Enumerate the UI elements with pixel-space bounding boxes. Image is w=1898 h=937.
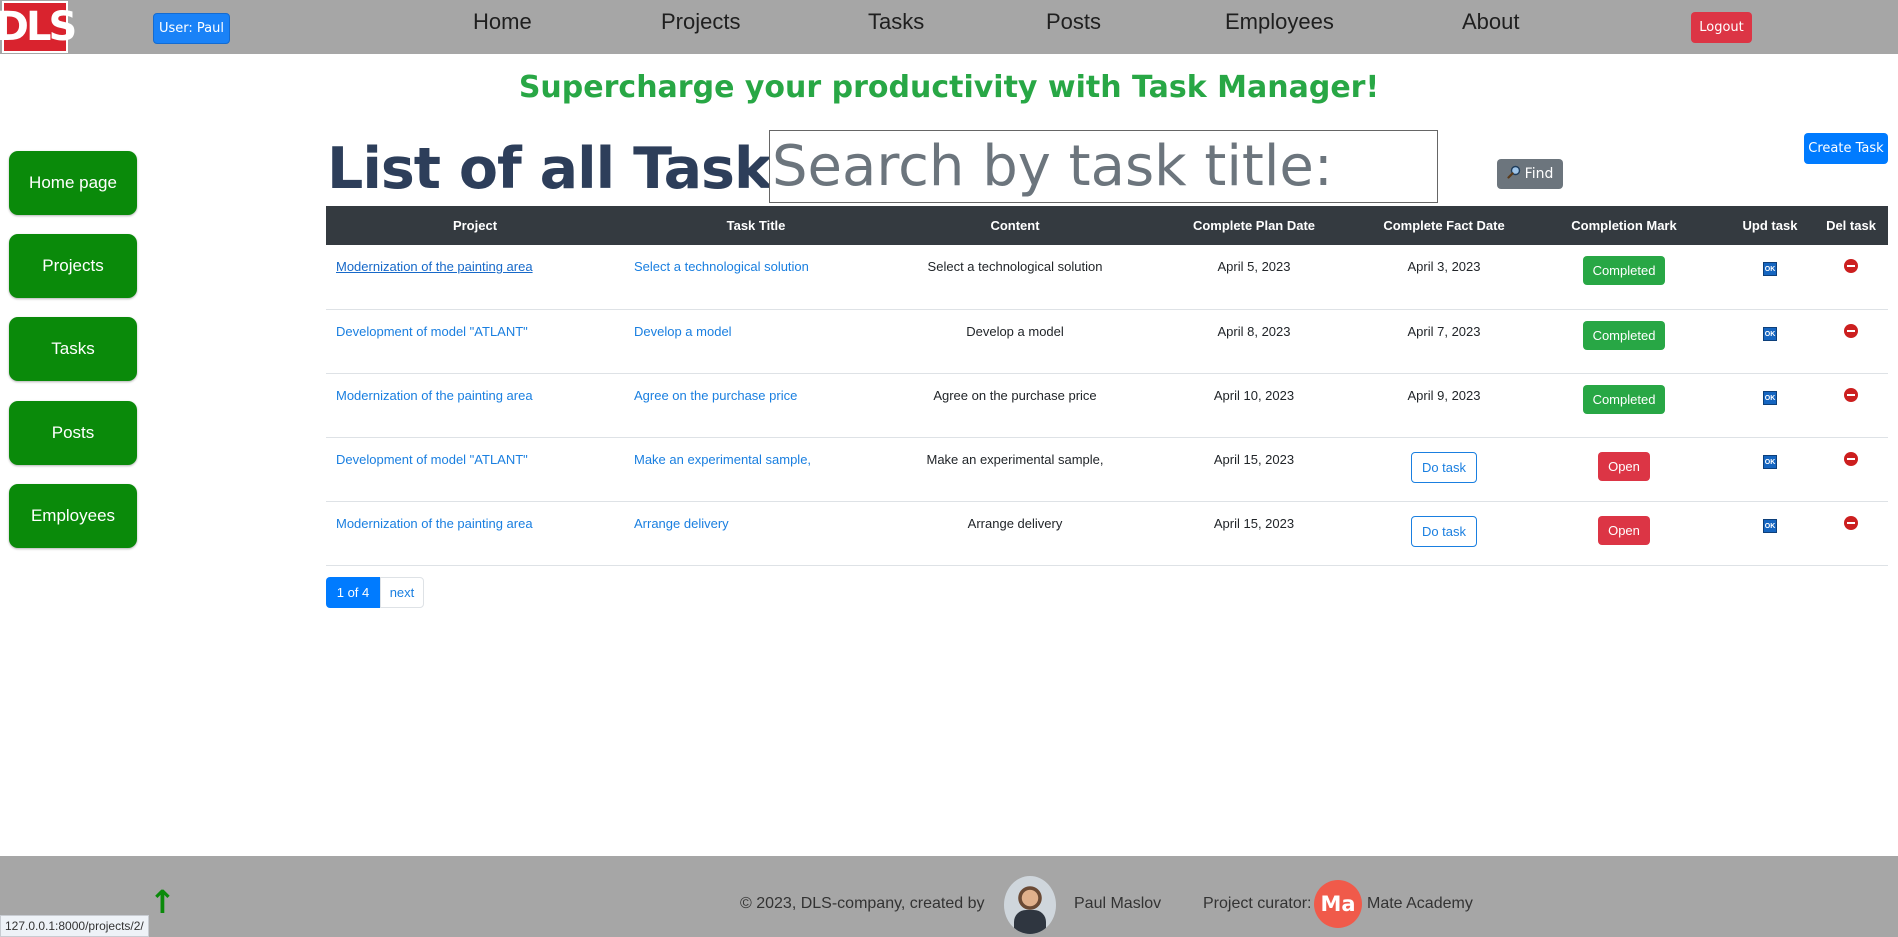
status-badge: Open (1598, 515, 1650, 545)
col-content: Content (888, 206, 1142, 245)
col-plan-date: Complete Plan Date (1142, 206, 1366, 245)
page-title: List of all Tasks. (327, 136, 825, 202)
sidebar-item-posts[interactable]: Posts (9, 401, 137, 465)
table-row: Development of model "ATLANT" Develop a … (326, 309, 1888, 374)
delete-icon[interactable] (1844, 259, 1858, 273)
table-row: Modernization of the painting area Agree… (326, 373, 1888, 438)
project-link[interactable]: Modernization of the painting area (336, 388, 533, 403)
ok-icon[interactable]: OK (1763, 262, 1777, 276)
task-title-link[interactable]: Make an experimental sample, (634, 452, 811, 467)
delete-icon[interactable] (1844, 451, 1858, 466)
nav-about[interactable]: About (1462, 9, 1520, 35)
task-title-link[interactable]: Select a technological solution (634, 259, 809, 274)
project-link[interactable]: Modernization of the painting area (336, 516, 533, 531)
tasks-table: Project Task Title Content Complete Plan… (326, 206, 1888, 566)
ok-icon[interactable]: OK (1763, 326, 1777, 341)
pagination: 1 of 4 next (326, 577, 424, 608)
task-title-link[interactable]: Develop a model (634, 324, 732, 339)
plan-date: April 8, 2023 (1142, 309, 1366, 374)
scroll-up-arrow-icon[interactable]: ↑ (149, 886, 176, 918)
status-badge: Completed (1582, 384, 1666, 414)
user-button[interactable]: User: Paul (153, 13, 230, 44)
nav-home[interactable]: Home (473, 9, 532, 35)
ok-icon[interactable]: OK (1763, 518, 1777, 533)
author-avatar (1004, 876, 1056, 934)
do-task-button[interactable]: Do task (1410, 515, 1478, 547)
col-task-title: Task Title (624, 206, 888, 245)
status-badge: Completed (1582, 320, 1666, 350)
logout-button[interactable]: Logout (1691, 12, 1752, 43)
table-row: Modernization of the painting area Selec… (326, 245, 1888, 310)
col-fact-date: Complete Fact Date (1366, 206, 1522, 245)
tagline: Supercharge your productivity with Task … (518, 70, 1380, 105)
sidebar-item-employees[interactable]: Employees (9, 484, 137, 548)
fact-date: April 7, 2023 (1366, 309, 1522, 374)
plan-date: April 15, 2023 (1142, 501, 1366, 566)
task-content: Make an experimental sample, (888, 437, 1142, 502)
curator-label: Project curator: (1203, 895, 1312, 912)
task-content: Develop a model (888, 309, 1142, 374)
project-link[interactable]: Development of model "ATLANT" (336, 452, 528, 467)
nav-tasks[interactable]: Tasks (868, 9, 924, 35)
pagination-current[interactable]: 1 of 4 (326, 577, 380, 608)
nav-projects[interactable]: Projects (661, 9, 740, 35)
footer: ↑ © 2023, DLS-company, created by Paul M… (0, 856, 1898, 937)
task-content: Agree on the purchase price (888, 373, 1142, 438)
ok-icon[interactable]: OK (1763, 454, 1777, 469)
dls-logo[interactable]: DLS (0, 1, 77, 53)
col-del-task: Del task (1814, 206, 1888, 245)
mate-academy-logo[interactable]: Ma (1314, 880, 1362, 928)
status-badge: Open (1598, 451, 1650, 481)
task-title-link[interactable]: Arrange delivery (634, 516, 729, 531)
find-label: Find (1524, 166, 1554, 182)
col-upd-task: Upd task (1726, 206, 1814, 245)
copyright-text: © 2023, DLS-company, created by (740, 895, 985, 912)
task-title-link[interactable]: Agree on the purchase price (634, 388, 797, 403)
project-link[interactable]: Development of model "ATLANT" (336, 324, 528, 339)
sidebar-item-tasks[interactable]: Tasks (9, 317, 137, 381)
logo-text: DLS (0, 4, 77, 50)
search-input[interactable] (769, 130, 1438, 203)
magnifier-icon (1507, 165, 1521, 183)
col-project: Project (326, 206, 624, 245)
delete-icon[interactable] (1844, 323, 1858, 338)
table-header-row: Project Task Title Content Complete Plan… (326, 206, 1888, 245)
do-task-button[interactable]: Do task (1410, 451, 1478, 483)
author-name: Paul Maslov (1074, 895, 1162, 912)
fact-date: April 3, 2023 (1366, 245, 1522, 310)
curator-name[interactable]: Mate Academy (1367, 895, 1473, 913)
project-link[interactable]: Modernization of the painting area (336, 259, 533, 274)
task-content: Select a technological solution (888, 245, 1142, 310)
fact-date: April 9, 2023 (1366, 373, 1522, 438)
status-bar-url: 127.0.0.1:8000/projects/2/ (0, 915, 149, 937)
col-completion-mark: Completion Mark (1522, 206, 1726, 245)
sidebar-item-home-page[interactable]: Home page (9, 151, 137, 215)
delete-icon[interactable] (1844, 515, 1858, 530)
delete-icon[interactable] (1844, 387, 1858, 402)
plan-date: April 5, 2023 (1142, 245, 1366, 310)
find-button[interactable]: Find (1497, 159, 1563, 189)
table-row: Development of model "ATLANT" Make an ex… (326, 437, 1888, 502)
nav-employees[interactable]: Employees (1225, 9, 1334, 35)
task-content: Arrange delivery (888, 501, 1142, 566)
status-badge: Completed (1582, 256, 1666, 285)
sidebar-item-projects[interactable]: Projects (9, 234, 137, 298)
table-row: Modernization of the painting area Arran… (326, 501, 1888, 566)
pagination-next[interactable]: next (380, 577, 424, 608)
ok-icon[interactable]: OK (1763, 390, 1777, 405)
plan-date: April 10, 2023 (1142, 373, 1366, 438)
top-navbar: DLS User: Paul Home Projects Tasks Posts… (0, 0, 1898, 54)
create-task-button[interactable]: Create Task (1804, 133, 1888, 164)
plan-date: April 15, 2023 (1142, 437, 1366, 502)
nav-posts[interactable]: Posts (1046, 9, 1101, 35)
